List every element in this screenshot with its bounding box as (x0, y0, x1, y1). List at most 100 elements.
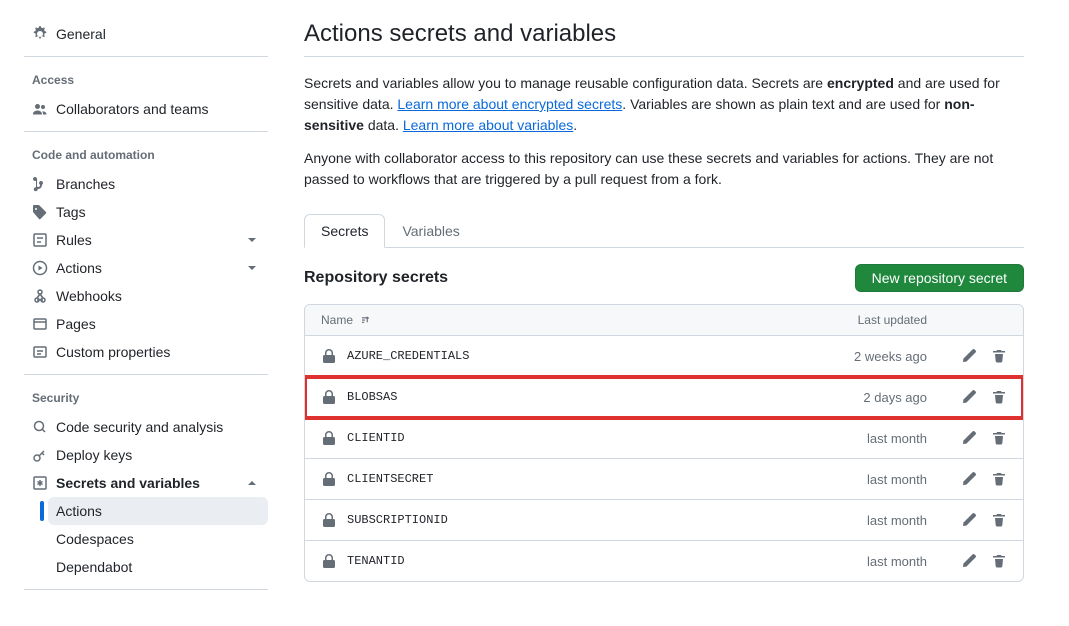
sort-icon (359, 314, 371, 326)
table-row: TENANTID last month (305, 541, 1023, 581)
lock-icon (321, 512, 337, 528)
divider (24, 131, 268, 132)
title-divider (304, 56, 1024, 57)
properties-icon (32, 344, 48, 360)
nav-webhooks[interactable]: Webhooks (24, 282, 268, 310)
nav-label: Deploy keys (56, 447, 260, 463)
secret-name: BLOBSAS (347, 390, 397, 404)
subnav-dependabot[interactable]: Dependabot (48, 553, 268, 581)
asterisk-icon (32, 475, 48, 491)
tab-variables[interactable]: Variables (385, 214, 476, 248)
lock-icon (321, 348, 337, 364)
secret-actions (927, 553, 1007, 569)
secret-updated: last month (787, 554, 927, 569)
group-heading-code: Code and automation (24, 148, 268, 170)
secret-updated: last month (787, 431, 927, 446)
secret-name: SUBSCRIPTIONID (347, 513, 448, 527)
edit-icon[interactable] (961, 553, 977, 569)
section-header: Repository secrets New repository secret (304, 264, 1024, 292)
col-header-name[interactable]: Name (321, 313, 787, 327)
subnav-label: Codespaces (56, 531, 134, 547)
shield-scan-icon (32, 419, 48, 435)
nav-secrets-variables[interactable]: Secrets and variables (24, 469, 268, 497)
secret-actions (927, 512, 1007, 528)
delete-icon[interactable] (991, 389, 1007, 405)
secret-updated: 2 weeks ago (787, 349, 927, 364)
nav-general[interactable]: General (24, 20, 268, 48)
delete-icon[interactable] (991, 512, 1007, 528)
nav-label: Webhooks (56, 288, 260, 304)
divider (24, 56, 268, 57)
nav-rules[interactable]: Rules (24, 226, 268, 254)
main-content: Actions secrets and variables Secrets an… (284, 20, 1024, 606)
nav-pages[interactable]: Pages (24, 310, 268, 338)
col-header-updated: Last updated (787, 313, 927, 327)
table-row: SUBSCRIPTIONID last month (305, 500, 1023, 541)
lock-icon (321, 471, 337, 487)
nav-label: Custom properties (56, 344, 260, 360)
nav-label: Tags (56, 204, 260, 220)
lock-icon (321, 430, 337, 446)
desc-text: Secrets and variables allow you to manag… (304, 75, 827, 91)
secrets-table: Name Last updated AZURE_CREDENTIALS 2 wee… (304, 304, 1024, 582)
desc-text: data. (364, 117, 403, 133)
subnav-label: Dependabot (56, 559, 132, 575)
nav-label: Branches (56, 176, 260, 192)
secret-name: AZURE_CREDENTIALS (347, 349, 469, 363)
subnav-actions[interactable]: Actions (48, 497, 268, 525)
chevron-down-icon (244, 260, 260, 276)
edit-icon[interactable] (961, 512, 977, 528)
col-name-label: Name (321, 313, 353, 327)
table-body: AZURE_CREDENTIALS 2 weeks ago BLOBSAS 2 day… (305, 336, 1023, 581)
nav-branches[interactable]: Branches (24, 170, 268, 198)
delete-icon[interactable] (991, 553, 1007, 569)
secrets-subnav: Actions Codespaces Dependabot (48, 497, 268, 581)
people-icon (32, 101, 48, 117)
lock-icon (321, 389, 337, 405)
nav-label: Code security and analysis (56, 419, 260, 435)
nav-label: Rules (56, 232, 244, 248)
delete-icon[interactable] (991, 430, 1007, 446)
nav-label: Pages (56, 316, 260, 332)
secret-name: CLIENTSECRET (347, 472, 433, 486)
nav-tags[interactable]: Tags (24, 198, 268, 226)
edit-icon[interactable] (961, 348, 977, 364)
rules-icon (32, 232, 48, 248)
nav-code-security[interactable]: Code security and analysis (24, 413, 268, 441)
subnav-label: Actions (56, 503, 260, 519)
new-repository-secret-button[interactable]: New repository secret (855, 264, 1024, 292)
nav-custom-properties[interactable]: Custom properties (24, 338, 268, 366)
nav-label: Secrets and variables (56, 475, 244, 491)
secret-name-cell: CLIENTID (321, 430, 787, 446)
edit-icon[interactable] (961, 471, 977, 487)
link-encrypted-secrets[interactable]: Learn more about encrypted secrets (397, 96, 622, 112)
section-title: Repository secrets (304, 269, 448, 287)
nav-actions[interactable]: Actions (24, 254, 268, 282)
secret-updated: last month (787, 513, 927, 528)
desc-text: . (573, 117, 577, 133)
desc-encrypted: encrypted (827, 75, 894, 91)
group-heading-security: Security (24, 391, 268, 413)
secret-name: TENANTID (347, 554, 405, 568)
group-heading-access: Access (24, 73, 268, 95)
browser-icon (32, 316, 48, 332)
delete-icon[interactable] (991, 348, 1007, 364)
description-2: Anyone with collaborator access to this … (304, 148, 1024, 190)
divider (24, 374, 268, 375)
tab-secrets[interactable]: Secrets (304, 214, 385, 248)
secret-name: CLIENTID (347, 431, 405, 445)
table-row: AZURE_CREDENTIALS 2 weeks ago (305, 336, 1023, 377)
edit-icon[interactable] (961, 389, 977, 405)
edit-icon[interactable] (961, 430, 977, 446)
secret-actions (927, 389, 1007, 405)
link-variables[interactable]: Learn more about variables (403, 117, 573, 133)
subnav-codespaces[interactable]: Codespaces (48, 525, 268, 553)
secret-name-cell: SUBSCRIPTIONID (321, 512, 787, 528)
nav-deploy-keys[interactable]: Deploy keys (24, 441, 268, 469)
delete-icon[interactable] (991, 471, 1007, 487)
desc-text: . Variables are shown as plain text and … (622, 96, 944, 112)
lock-icon (321, 553, 337, 569)
play-circle-icon (32, 260, 48, 276)
secret-updated: 2 days ago (787, 390, 927, 405)
nav-collaborators[interactable]: Collaborators and teams (24, 95, 268, 123)
